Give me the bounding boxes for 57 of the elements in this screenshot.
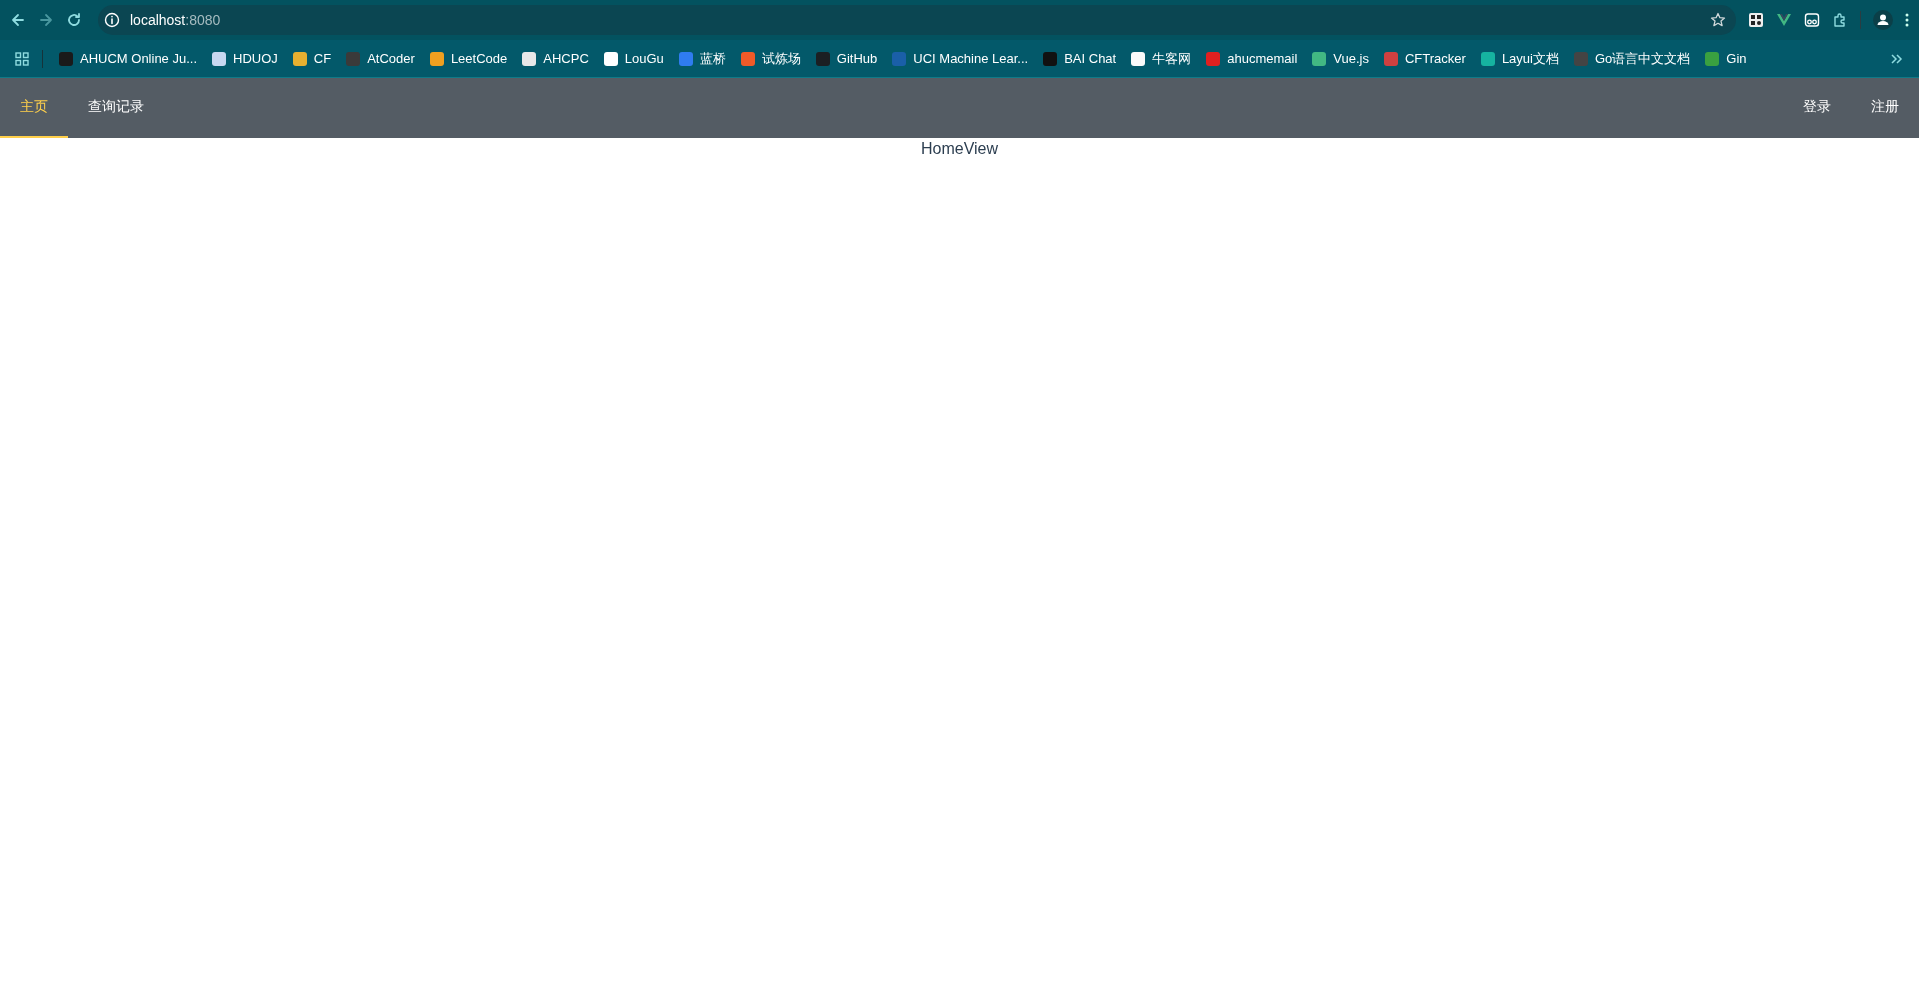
address-bar[interactable]: localhost:8080 — [98, 5, 1736, 35]
bookmark-favicon-icon — [1704, 50, 1721, 67]
qr-code-icon[interactable] — [1748, 12, 1764, 28]
profile-icon[interactable] — [1873, 10, 1893, 30]
bookmark-favicon-icon — [739, 50, 756, 67]
url-text: localhost:8080 — [130, 12, 221, 28]
bookmark[interactable]: LouGu — [595, 46, 671, 71]
bookmark[interactable]: 蓝桥 — [670, 45, 733, 72]
forward-arrow-icon[interactable] — [38, 12, 54, 28]
bookmark-favicon-icon — [891, 50, 908, 67]
v-logo-icon[interactable] — [1776, 12, 1792, 28]
bookmark[interactable]: Gin — [1697, 46, 1754, 71]
bookmark-favicon-icon — [1205, 50, 1222, 67]
bookmark[interactable]: CF — [284, 46, 339, 71]
bookmark[interactable]: HDUOJ — [204, 46, 285, 71]
bookmark[interactable]: UCI Machine Lear... — [884, 46, 1036, 71]
bookmark-favicon-icon — [1042, 50, 1059, 67]
bookmark-favicon-icon — [58, 50, 74, 67]
bookmark-favicon-icon — [677, 50, 694, 67]
reload-icon[interactable] — [66, 12, 82, 28]
bookmark[interactable]: Layui文档 — [1472, 45, 1566, 72]
puzzle-icon[interactable] — [1832, 12, 1848, 28]
nav-menu-item[interactable]: 主页 — [0, 78, 68, 138]
bookmark[interactable]: LeetCode — [421, 46, 515, 71]
glasses-icon[interactable] — [1804, 12, 1820, 28]
nav-menu-item[interactable]: 查询记录 — [68, 78, 164, 138]
bookmark[interactable]: BAI Chat — [1035, 46, 1124, 71]
bookmark-favicon-icon — [1382, 50, 1399, 67]
nav-menu-item[interactable]: 注册 — [1851, 78, 1919, 138]
bookmark-favicon-icon — [521, 50, 538, 67]
bookmark-favicon-icon — [814, 50, 831, 67]
bookmark[interactable]: 牛客网 — [1123, 45, 1199, 72]
bookmark-favicon-icon — [211, 50, 228, 67]
nav-menu-item[interactable]: 登录 — [1783, 78, 1851, 138]
bookmark-favicon-icon — [345, 50, 362, 67]
bookmark-favicon-icon — [428, 50, 445, 67]
page-heading: HomeView — [920, 140, 999, 157]
bookmark[interactable]: ahucmemail — [1198, 46, 1305, 71]
bookmark-favicon-icon — [602, 50, 619, 67]
bookmark-favicon-icon — [1311, 50, 1328, 67]
bookmark[interactable]: Vue.js — [1304, 46, 1376, 71]
bookmark[interactable]: AtCoder — [338, 46, 422, 71]
bookmark[interactable]: AHCPC — [514, 46, 596, 71]
menu-dots-icon[interactable] — [1905, 12, 1909, 28]
star-icon[interactable] — [1710, 12, 1726, 28]
bookmark[interactable]: AHUCM Online Ju... — [51, 46, 205, 71]
back-arrow-icon[interactable] — [10, 12, 26, 28]
bookmark[interactable]: Go语言中文文档 — [1565, 45, 1698, 72]
info-icon[interactable] — [104, 12, 120, 28]
bookmark-favicon-icon — [1479, 50, 1496, 67]
bookmark-favicon-icon — [1130, 50, 1147, 67]
bookmark-favicon-icon — [291, 50, 308, 67]
bookmark[interactable]: 试炼场 — [732, 45, 808, 72]
apps-grid-icon[interactable] — [14, 50, 30, 67]
bookmark[interactable]: GitHub — [807, 46, 885, 71]
bookmark[interactable]: CFTracker — [1375, 46, 1473, 71]
bookmark-favicon-icon — [1572, 50, 1589, 67]
